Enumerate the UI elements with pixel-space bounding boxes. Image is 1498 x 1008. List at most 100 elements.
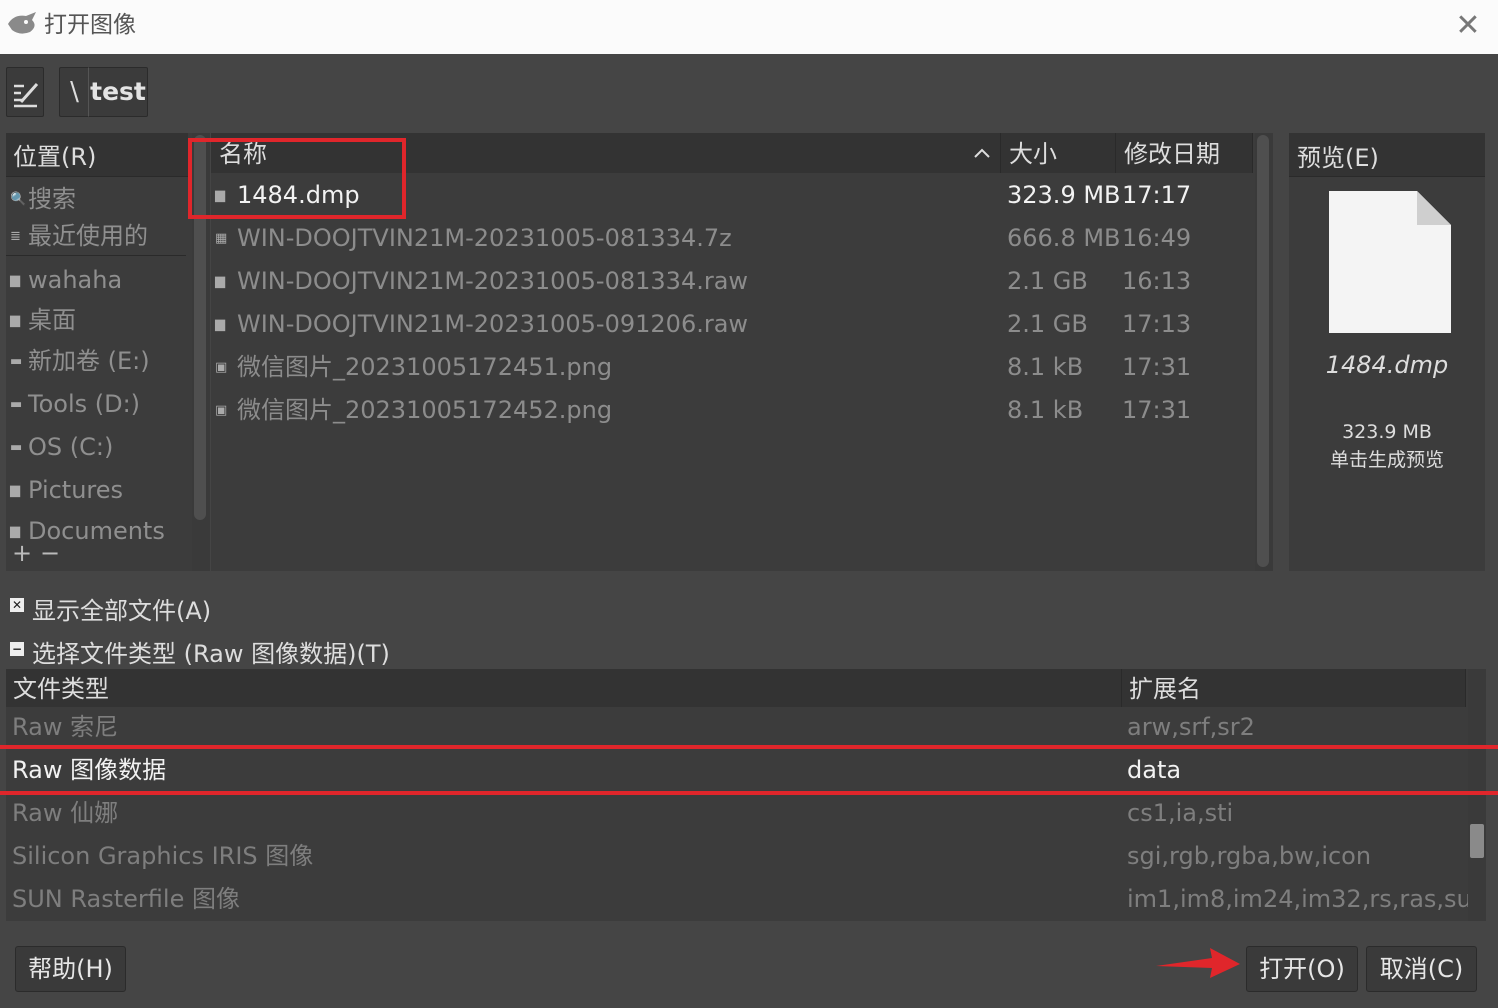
file-row[interactable]: ▆ WIN-DOOJTVIN21M-20231005-091206.raw 2.… [211,303,1253,346]
cancel-button[interactable]: 取消(C) [1366,946,1477,992]
add-bookmark-button[interactable]: + [12,539,32,567]
archive-icon: ▦ [215,231,228,246]
place-drive-d[interactable]: ▬ Tools (D:) [6,384,188,424]
file-size: 8.1 kB [1007,396,1084,424]
image-icon: ▣ [215,403,228,418]
drive-icon: ▬ [10,440,23,455]
file-type-name: Raw 仙娜 [12,799,119,827]
sort-ascending-icon [973,143,991,163]
file-row[interactable]: ▦ WIN-DOOJTVIN21M-20231005-081334.7z 666… [211,217,1253,260]
places-footer: + − [6,539,190,571]
column-file-type-header[interactable]: 文件类型 [6,669,1122,707]
place-search[interactable]: 🔍搜索 [6,179,188,219]
select-file-type-label[interactable]: 选择文件类型 (Raw 图像数据)(T) [32,634,390,669]
file-date: 17:13 [1122,310,1192,338]
open-button[interactable]: 打开(O) [1246,946,1358,992]
image-icon: ▣ [215,360,228,375]
place-drive-e[interactable]: ▬ 新加卷 (E:) [6,341,188,381]
select-file-type-expander[interactable]: − [10,642,24,656]
folder-icon: ▆ [10,313,20,328]
file-list-scroll-thumb[interactable] [1257,135,1269,567]
preview-panel[interactable]: 预览(E) 1484.dmp 323.9 MB 单击生成预览 [1289,133,1485,571]
file-type-row[interactable]: Raw 图像数据 data [6,749,1468,792]
file-size: 2.1 GB [1007,310,1088,338]
file-type-row[interactable]: Silicon Graphics IRIS 图像 sgi,rgb,rgba,bw… [6,835,1468,878]
file-type-ext: sgi,rgb,rgba,bw,icon [1127,842,1372,870]
place-label: Tools (D:) [28,390,141,418]
file-date: 17:31 [1122,353,1192,381]
help-button[interactable]: 帮助(H) [15,946,126,992]
file-type-name: Raw 索尼 [12,713,119,741]
folder-icon: ▆ [10,273,20,288]
file-type-name: Silicon Graphics IRIS 图像 [12,842,314,870]
folder-icon: ▆ [10,483,20,498]
preview-filename: 1484.dmp [1325,351,1449,379]
file-row[interactable]: ▣ 微信图片_20231005172452.png 8.1 kB 17:31 [211,389,1253,432]
place-label: 桌面 [28,306,76,334]
window-title: 打开图像 [44,12,136,38]
file-icon: ▆ [215,317,225,332]
file-type-scrollbar[interactable] [1468,669,1486,921]
file-name: 微信图片_20231005172451.png [237,353,613,381]
file-size: 666.8 MB [1007,224,1121,252]
show-all-files-checkbox[interactable]: ✕ [10,598,24,612]
column-size-header[interactable]: 大小 [1001,133,1116,173]
file-name: WIN-DOOJTVIN21M-20231005-081334.raw [237,267,749,295]
arrow-annotation-icon [1156,948,1240,978]
edit-location-icon [14,83,39,108]
column-extension-header[interactable]: 扩展名 [1122,669,1466,707]
place-wahaha[interactable]: ▆ wahaha [6,260,188,300]
search-icon: 🔍 [10,192,27,207]
place-pictures[interactable]: ▆ Pictures [6,470,188,510]
file-type-row[interactable]: Raw 索尼 arw,srf,sr2 [6,706,1468,749]
place-desktop[interactable]: ▆ 桌面 [6,300,188,340]
column-date-header[interactable]: 修改日期 [1116,133,1253,173]
file-date: 16:49 [1122,224,1192,252]
drive-icon: ▬ [10,354,23,369]
file-date: 16:13 [1122,267,1192,295]
file-icon: ▆ [215,274,225,289]
highlight-box-annotation [188,138,406,219]
file-size: 8.1 kB [1007,353,1084,381]
place-drive-c[interactable]: ▬ OS (C:) [6,427,188,467]
remove-bookmark-button[interactable]: − [40,539,60,567]
file-type-scroll-thumb[interactable] [1470,824,1484,858]
file-size: 2.1 GB [1007,267,1088,295]
file-name: WIN-DOOJTVIN21M-20231005-081334.7z [237,224,732,252]
show-all-files-label[interactable]: 显示全部文件(A) [32,591,211,626]
path-root-button[interactable]: \ [59,67,89,117]
file-type-ext: cs1,ia,sti [1127,799,1234,827]
file-name: WIN-DOOJTVIN21M-20231005-091206.raw [237,310,749,338]
places-separator [6,255,186,256]
places-panel: 位置(R) 🔍搜索 ≣ 最近使用的 ▆ wahaha ▆ 桌面 ▬ 新加卷 (E:) ▬… [6,133,210,571]
file-list-scrollbar[interactable] [1255,133,1273,571]
places-header: 位置(R) [6,133,188,177]
preview-hint: 单击生成预览 [1329,449,1444,471]
file-type-name: Raw 图像数据 [12,756,167,784]
preview-header: 预览(E) [1289,133,1485,177]
file-type-ext: arw,srf,sr2 [1127,713,1255,741]
file-type-row[interactable]: SUN Rasterfile 图像 im1,im8,im24,im32,rs,r… [6,878,1486,921]
place-label: Pictures [28,476,124,504]
file-row[interactable]: ▣ 微信图片_20231005172451.png 8.1 kB 17:31 [211,346,1253,389]
place-label: 新加卷 (E:) [28,347,150,375]
path-folder-button[interactable]: test [88,67,148,117]
file-name: 微信图片_20231005172452.png [237,396,613,424]
gimp-logo-icon [8,12,36,34]
close-button[interactable]: ✕ [1450,8,1486,44]
file-row[interactable]: ▆ WIN-DOOJTVIN21M-20231005-081334.raw 2.… [211,260,1253,303]
file-date: 17:17 [1122,181,1192,209]
place-label: wahaha [28,266,123,294]
file-type-name: SUN Rasterfile 图像 [12,885,240,913]
document-preview-icon [1329,191,1451,333]
title-bar: 打开图像 ✕ [0,0,1498,54]
place-recent[interactable]: ≣ 最近使用的 [6,216,188,256]
recent-icon: ≣ [10,229,21,244]
file-date: 17:31 [1122,396,1192,424]
place-label: 搜索 [28,185,76,213]
highlight-line-annotation [0,745,1498,749]
file-type-ext: data [1127,756,1182,784]
type-location-button[interactable] [6,67,44,117]
file-type-row[interactable]: Raw 仙娜 cs1,ia,sti [6,792,1468,835]
file-size: 323.9 MB [1007,181,1121,209]
